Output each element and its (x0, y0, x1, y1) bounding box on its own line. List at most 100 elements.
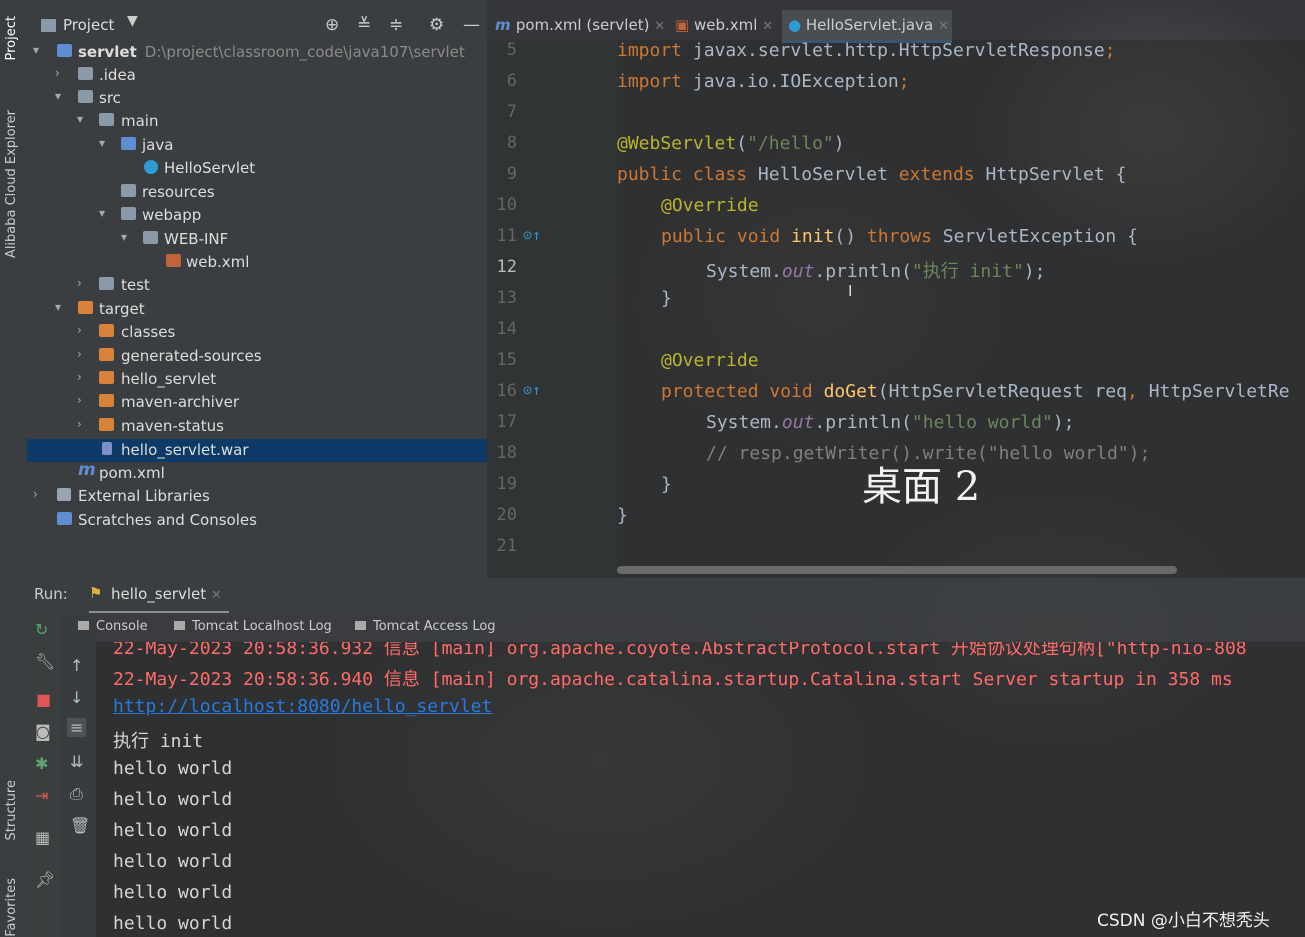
override-method-icon[interactable]: ⊙↑ (523, 226, 541, 244)
tree-item-label: WEB-INF (164, 230, 229, 248)
chevron-right-icon[interactable]: › (77, 347, 82, 361)
editor-horizontal-scrollbar[interactable] (617, 566, 1177, 574)
stop-icon[interactable]: ■ (36, 690, 51, 709)
tree-item-web-xml[interactable]: web.xml (27, 251, 487, 274)
scroll-to-end-icon[interactable]: ⇊ (70, 752, 83, 771)
tree-item-pom-xml[interactable]: m pom.xml (27, 460, 487, 485)
chevron-down-icon[interactable]: ▾ (55, 89, 61, 103)
tree-item-label: webapp (142, 206, 202, 224)
run-label: Run: (34, 585, 68, 603)
tree-item-classes[interactable]: › classes (27, 321, 487, 344)
folder-icon (78, 67, 93, 80)
locate-icon[interactable]: ⊕ (325, 15, 339, 35)
tree-item-generated-sources[interactable]: › generated-sources (27, 345, 487, 368)
line-number: 5 (506, 40, 517, 60)
expand-all-icon[interactable]: ≚ (357, 15, 371, 35)
chevron-down-icon[interactable]: ▾ (55, 300, 61, 314)
excluded-folder-icon (78, 301, 93, 314)
tree-item-scratches[interactable]: Scratches and Consoles (27, 509, 487, 532)
tab-pom-xml[interactable]: m pom.xml (servlet) ✕ (495, 10, 665, 40)
line-number: 14 (496, 319, 517, 339)
tree-item-maven-archiver[interactable]: › maven-archiver (27, 391, 487, 414)
tree-item-target[interactable]: ▾ target (27, 298, 487, 321)
override-method-icon[interactable]: ⊙↑ (523, 381, 541, 399)
console-line: 22-May-2023 20:58:36.940 信息 [main] org.a… (113, 669, 1233, 690)
chevron-down-icon[interactable]: ▾ (77, 112, 83, 126)
debug-icon[interactable]: ✱ (35, 754, 48, 773)
tab-structure[interactable]: Structure (4, 780, 19, 840)
chevron-right-icon[interactable]: › (77, 417, 82, 431)
tree-item-idea[interactable]: › .idea (27, 64, 487, 87)
tab-project-side[interactable]: Project (4, 16, 19, 60)
folder-icon (99, 277, 114, 290)
wrench-icon[interactable]: 🔧︎ (35, 652, 55, 671)
tree-item-maven-status[interactable]: › maven-status (27, 415, 487, 438)
layout-icon[interactable]: ▦ (35, 828, 50, 847)
print-icon[interactable]: ⎙ (70, 784, 83, 804)
line-number: 15 (496, 350, 517, 370)
gear-icon[interactable]: ⚙ (429, 15, 444, 35)
chevron-down-icon[interactable]: ▾ (121, 230, 127, 244)
tree-item-hello-servlet-dir[interactable]: › hello_servlet (27, 368, 487, 391)
chevron-right-icon[interactable]: › (77, 370, 82, 384)
chevron-right-icon[interactable]: › (77, 393, 82, 407)
pin-icon[interactable]: 📌︎ (35, 870, 55, 889)
rerun-icon[interactable]: ↻ (35, 620, 48, 639)
code-line-13: } (661, 288, 672, 309)
tree-item-servlet[interactable]: ▾ servlet D:\project\classroom_code\java1… (27, 41, 487, 64)
line-number: 16 (496, 381, 517, 401)
tree-item-path: D:\project\classroom_code\java107\servle… (144, 43, 465, 61)
minimize-icon[interactable]: — (463, 15, 480, 35)
project-panel: Project ▼ ⊕ ≚ ≑ ⚙ — ▾ servlet D:\project\… (27, 0, 487, 578)
tree-item-test[interactable]: › test (27, 274, 487, 297)
collapse-all-icon[interactable]: ≑ (389, 15, 403, 35)
arrow-down-icon[interactable]: ↓ (70, 688, 83, 707)
chevron-down-icon[interactable]: ▾ (99, 136, 105, 150)
tree-item-helloservlet[interactable]: HelloServlet (27, 157, 487, 180)
tab-web-xml[interactable]: ▣ web.xml ✕ (675, 10, 780, 40)
close-icon[interactable]: ✕ (211, 588, 222, 603)
chevron-down-icon[interactable]: ▾ (99, 206, 105, 220)
tab-tomcat-localhost-log[interactable]: Tomcat Localhost Log (174, 619, 332, 634)
maven-icon: m (78, 460, 96, 480)
chevron-down-icon[interactable]: ▾ (33, 43, 39, 57)
camera-icon[interactable]: ◙ (35, 722, 51, 741)
trash-icon[interactable]: 🗑︎ (70, 816, 90, 835)
library-icon (57, 488, 71, 501)
log-icon (355, 621, 366, 630)
close-icon[interactable]: ✕ (762, 19, 773, 34)
run-config-tab[interactable]: ⚑ hello_servlet ✕ (89, 578, 229, 613)
console-line: 执行 init (113, 731, 204, 752)
tree-item-resources[interactable]: resources (27, 181, 487, 204)
code-line-9: public class HelloServlet extends HttpSe… (617, 164, 1127, 185)
tab-helloservlet-java[interactable]: ● HelloServlet.java ✕ (782, 10, 952, 43)
soft-wrap-icon[interactable]: ≡ (67, 718, 87, 737)
tree-item-main[interactable]: ▾ main (27, 110, 487, 133)
tab-alibaba-cloud-explorer[interactable]: Alibaba Cloud Explorer (4, 110, 19, 258)
tree-item-web-inf[interactable]: ▾ WEB-INF (27, 228, 487, 251)
tree-item-src[interactable]: ▾ src (27, 87, 487, 110)
code-line-20: } (617, 505, 628, 526)
tree-item-webapp[interactable]: ▾ webapp (27, 204, 487, 227)
tab-favorites[interactable]: Favorites (4, 878, 19, 937)
exit-icon[interactable]: ⇥ (35, 786, 48, 805)
tab-console[interactable]: Console (78, 619, 148, 634)
chevron-right-icon[interactable]: › (77, 323, 82, 337)
console-output[interactable]: 22-May-2023 20:58:36.932 信息 [main] org.a… (96, 642, 1305, 937)
chevron-right-icon[interactable]: › (77, 276, 82, 290)
tree-item-label: pom.xml (99, 464, 165, 482)
chevron-down-icon[interactable]: ▼ (127, 13, 138, 29)
project-panel-title[interactable]: Project (63, 16, 114, 34)
xml-file-icon: ▣ (675, 16, 694, 34)
tree-item-hello-servlet-war[interactable]: hello_servlet.war (27, 439, 487, 462)
tree-item-java[interactable]: ▾ java (27, 134, 487, 157)
chevron-right-icon[interactable]: › (33, 487, 38, 501)
close-icon[interactable]: ✕ (654, 19, 665, 34)
line-number-current: 12 (496, 257, 517, 277)
arrow-up-icon[interactable]: ↑ (70, 656, 83, 675)
tree-item-external-libraries[interactable]: › External Libraries (27, 485, 487, 508)
close-icon[interactable]: ✕ (938, 19, 949, 34)
console-localhost-link[interactable]: http://localhost:8080/hello_servlet (113, 696, 492, 717)
tab-tomcat-access-log[interactable]: Tomcat Access Log (355, 619, 496, 634)
chevron-right-icon[interactable]: › (55, 66, 60, 80)
